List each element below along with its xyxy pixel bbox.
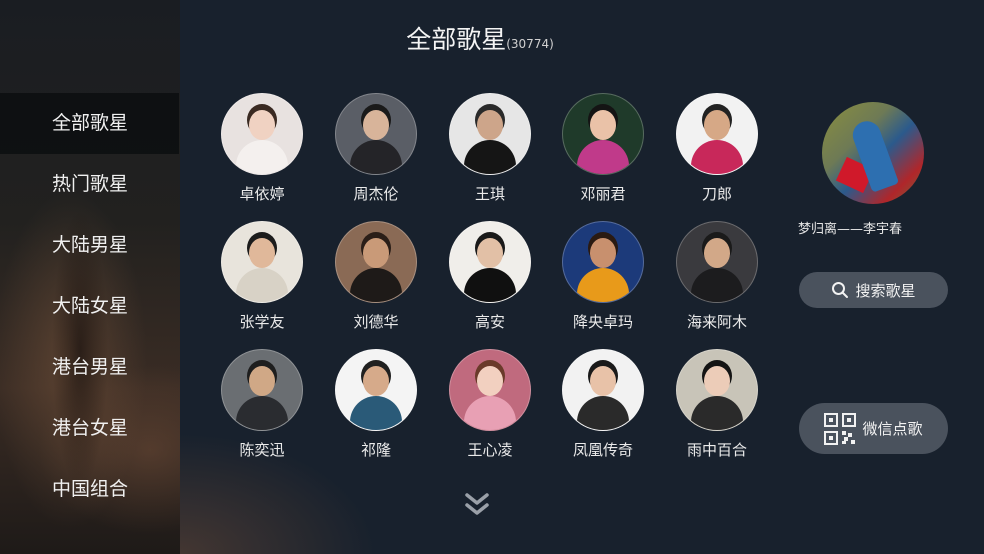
search-singer-label: 搜索歌星	[855, 281, 916, 300]
singer-avatar	[221, 93, 303, 175]
qr-code-icon	[824, 412, 857, 445]
page-header: 全部歌星(30774)	[180, 20, 780, 56]
search-icon	[832, 282, 849, 298]
singer-name: 陈奕迅	[239, 441, 285, 459]
singer-card[interactable]: 刘德华	[326, 221, 426, 332]
sidebar-item[interactable]: 港台女星	[0, 398, 179, 459]
singer-avatar	[221, 349, 303, 431]
singer-avatar	[562, 349, 644, 431]
sidebar-item[interactable]: 大陆男星	[0, 215, 179, 276]
singer-count: (30774)	[506, 37, 554, 51]
singer-avatar	[221, 221, 303, 303]
singer-avatar	[676, 349, 758, 431]
singer-card[interactable]: 祁隆	[326, 349, 426, 460]
singer-avatar	[449, 93, 531, 175]
singer-avatar	[562, 221, 644, 303]
singer-name: 邓丽君	[580, 185, 626, 203]
double-chevron-down-icon[interactable]	[462, 490, 492, 520]
singer-name: 雨中百合	[686, 441, 747, 459]
singer-card[interactable]: 凤凰传奇	[553, 349, 653, 460]
page-title: 全部歌星	[406, 25, 507, 54]
singer-name: 周杰伦	[353, 185, 399, 203]
search-singer-button[interactable]: 搜索歌星	[799, 272, 948, 308]
singer-card[interactable]: 刀郎	[667, 93, 767, 204]
singer-card[interactable]: 雨中百合	[667, 349, 767, 460]
singer-name: 王琪	[474, 185, 505, 203]
now-playing-title: 梦归离——李宇春	[798, 222, 903, 237]
singer-name: 高安	[474, 313, 505, 331]
singer-avatar	[449, 221, 531, 303]
sidebar-item[interactable]: 大陆女星	[0, 276, 179, 337]
singer-name: 刘德华	[353, 313, 399, 331]
singer-card[interactable]: 高安	[440, 221, 540, 332]
sidebar-item[interactable]: 全部歌星	[0, 93, 179, 154]
singer-avatar	[562, 93, 644, 175]
singer-name: 刀郎	[701, 185, 732, 203]
now-playing-cover[interactable]	[822, 102, 924, 204]
singer-card[interactable]: 王心凌	[440, 349, 540, 460]
singer-name: 祁隆	[360, 441, 391, 459]
singer-avatar	[335, 349, 417, 431]
singer-card[interactable]: 周杰伦	[326, 93, 426, 204]
sidebar-item[interactable]: 港台男星	[0, 337, 179, 398]
singer-name: 凤凰传奇	[572, 441, 633, 459]
singer-avatar	[676, 93, 758, 175]
singer-name: 海来阿木	[686, 313, 747, 331]
wechat-request-button[interactable]: 微信点歌	[799, 403, 948, 454]
singer-avatar	[335, 221, 417, 303]
singer-avatar	[335, 93, 417, 175]
singer-card[interactable]: 海来阿木	[667, 221, 767, 332]
singer-name: 张学友	[239, 313, 285, 331]
singer-name: 卓依婷	[239, 185, 285, 203]
singer-card[interactable]: 降央卓玛	[553, 221, 653, 332]
wechat-request-label: 微信点歌	[862, 420, 923, 438]
sidebar-item[interactable]: 中国组合	[0, 459, 179, 520]
category-sidebar: 全部歌星 热门歌星 大陆男星 大陆女星 港台男星 港台女星 中国组合	[0, 0, 180, 554]
singer-card[interactable]: 王琪	[440, 93, 540, 204]
singer-card[interactable]: 卓依婷	[212, 93, 312, 204]
singer-name: 王心凌	[467, 441, 513, 459]
sidebar-item[interactable]: 热门歌星	[0, 154, 179, 215]
singer-card[interactable]: 邓丽君	[553, 93, 653, 204]
singer-name: 降央卓玛	[572, 313, 633, 331]
singer-card[interactable]: 张学友	[212, 221, 312, 332]
singer-card[interactable]: 陈奕迅	[212, 349, 312, 460]
singer-avatar	[676, 221, 758, 303]
singer-avatar	[449, 349, 531, 431]
